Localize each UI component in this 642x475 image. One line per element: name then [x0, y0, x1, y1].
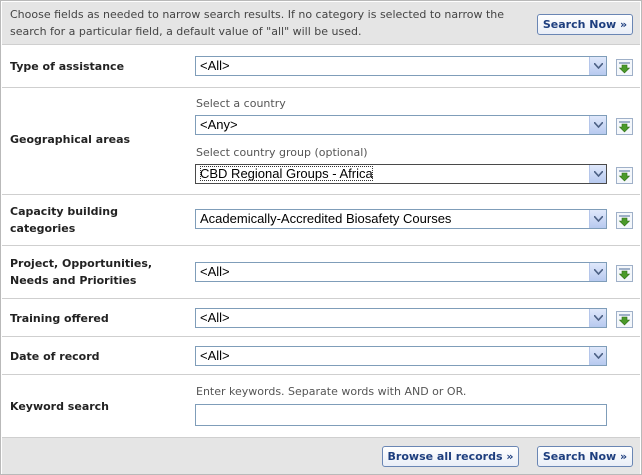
- row-date-of-record: Date of record <All>: [2, 336, 640, 374]
- projects-value: <All>: [200, 264, 230, 279]
- row-projects: Project, Opportunities, Needs and Priori…: [2, 245, 640, 298]
- type-of-assistance-select[interactable]: <All>: [195, 56, 607, 76]
- country-group-hint: Select country group (optional): [196, 146, 368, 159]
- country-group-select[interactable]: CBD Regional Groups - Africa: [195, 164, 607, 184]
- row-geographical-areas: Geographical areas Select a country <Any…: [2, 87, 640, 194]
- country-hint: Select a country: [196, 97, 286, 110]
- training-offered-value: <All>: [200, 310, 230, 325]
- keyword-input[interactable]: [195, 404, 607, 426]
- search-now-button-bottom[interactable]: Search Now »: [537, 446, 633, 467]
- geographical-areas-label: Geographical areas: [10, 133, 131, 146]
- keyword-hint: Enter keywords. Separate words with AND …: [196, 385, 467, 398]
- add-selection-icon[interactable]: [616, 118, 633, 135]
- capacity-building-label-line-2: categories: [10, 222, 76, 235]
- training-offered-label: Training offered: [10, 312, 109, 325]
- row-type-of-assistance: Type of assistance <All>: [2, 44, 640, 87]
- country-group-value: CBD Regional Groups - Africa: [200, 166, 373, 181]
- intro-bar: Choose fields as needed to narrow search…: [2, 2, 640, 44]
- chevron-down-icon[interactable]: [589, 210, 606, 228]
- row-capacity-building: Capacity building categories Academicall…: [2, 194, 640, 245]
- projects-label-line-1: Project, Opportunities,: [10, 257, 153, 270]
- search-form: Choose fields as needed to narrow search…: [0, 0, 642, 475]
- browse-all-records-button[interactable]: Browse all records »: [382, 446, 519, 467]
- add-selection-icon[interactable]: [616, 212, 633, 229]
- keyword-search-label: Keyword search: [10, 400, 110, 413]
- chevron-down-icon[interactable]: [589, 347, 606, 365]
- search-now-button-top[interactable]: Search Now »: [537, 14, 633, 35]
- chevron-down-icon[interactable]: [589, 57, 606, 75]
- row-training-offered: Training offered <All>: [2, 298, 640, 336]
- projects-select[interactable]: <All>: [195, 262, 607, 282]
- capacity-building-label-line-1: Capacity building: [10, 205, 118, 218]
- type-of-assistance-label: Type of assistance: [10, 60, 125, 73]
- intro-line-2: search for a particular field, a default…: [10, 25, 362, 38]
- date-of-record-value: <All>: [200, 348, 230, 363]
- chevron-down-icon[interactable]: [589, 263, 606, 281]
- intro-text: Choose fields as needed to narrow search…: [10, 6, 530, 40]
- capacity-building-label: Capacity building categories: [10, 203, 118, 237]
- type-of-assistance-value: <All>: [200, 58, 230, 73]
- add-selection-icon[interactable]: [616, 167, 633, 184]
- add-selection-icon[interactable]: [616, 311, 633, 328]
- training-offered-select[interactable]: <All>: [195, 308, 607, 328]
- date-of-record-select[interactable]: <All>: [195, 346, 607, 366]
- chevron-down-icon[interactable]: [589, 309, 606, 327]
- country-value: <Any>: [200, 117, 238, 132]
- add-selection-icon[interactable]: [616, 59, 633, 76]
- capacity-building-value: Academically-Accredited Biosafety Course…: [200, 211, 452, 226]
- date-of-record-label: Date of record: [10, 350, 100, 363]
- projects-label-line-2: Needs and Priorities: [10, 274, 137, 287]
- chevron-down-icon[interactable]: [589, 165, 606, 183]
- intro-line-1: Choose fields as needed to narrow search…: [10, 8, 505, 21]
- row-keyword-search: Keyword search Enter keywords. Separate …: [2, 374, 640, 437]
- chevron-down-icon[interactable]: [589, 116, 606, 134]
- capacity-building-select[interactable]: Academically-Accredited Biosafety Course…: [195, 209, 607, 229]
- add-selection-icon[interactable]: [616, 265, 633, 282]
- projects-label: Project, Opportunities, Needs and Priori…: [10, 255, 152, 289]
- country-select[interactable]: <Any>: [195, 115, 607, 135]
- footer-bar: Browse all records » Search Now »: [2, 437, 640, 474]
